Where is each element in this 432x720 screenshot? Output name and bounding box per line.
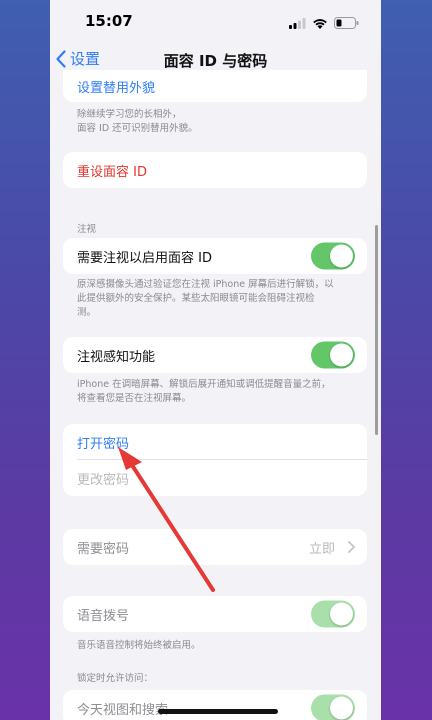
today-view-label: 今天视图和搜索 — [77, 702, 169, 718]
alt-appearance-footnote-line2: 面容 ID 还可识别替用外貌。 — [77, 123, 198, 134]
toggle-knob — [330, 343, 353, 367]
cellular-signal-icon — [289, 14, 306, 33]
voice-dial-footnote: 音乐语音控制将始终被启用。 — [77, 640, 201, 651]
require-attention-label: 需要注视以启用面容 ID — [77, 250, 212, 266]
reset-face-id-label: 重设面容 ID — [77, 164, 147, 180]
wifi-icon — [312, 14, 328, 33]
locked-access-section-label: 锁定时允许访问： — [77, 673, 154, 684]
attention-aware-footnote-line1: iPhone 在调暗屏幕、解锁后展开通知或调低提醒音量之前， — [77, 379, 331, 390]
attention-aware-row: 注视感知功能 — [63, 337, 367, 373]
require-attention-toggle[interactable] — [311, 242, 355, 270]
today-view-toggle[interactable] — [311, 694, 355, 720]
toggle-knob — [330, 602, 353, 626]
page-title: 面容 ID 与密码 — [163, 52, 268, 70]
require-attention-footnote: 原深感摄像头通过验证您在注视 iPhone 屏幕后进行解锁，以 此提供额外的安全… — [77, 278, 367, 320]
attention-aware-footnote: iPhone 在调暗屏幕、解锁后展开通知或调低提醒音量之前， 将查看您是否在注视… — [77, 378, 367, 406]
require-attention-row: 需要注视以启用面容 ID — [63, 238, 367, 274]
attention-aware-card: 注视感知功能 — [63, 337, 367, 373]
change-passcode-label: 更改密码 — [77, 472, 130, 488]
voice-dial-label: 语音拨号 — [77, 608, 130, 624]
alt-appearance-label: 设置替用外貌 — [77, 80, 156, 96]
voice-dial-toggle[interactable] — [311, 600, 355, 628]
require-passcode-row[interactable]: 需要密码 立即 — [63, 529, 367, 565]
alt-appearance-row[interactable]: 设置替用外貌 — [63, 70, 367, 102]
attention-section-label: 注视 — [77, 224, 97, 235]
attention-aware-label: 注视感知功能 — [77, 349, 156, 365]
reset-card: 重设面容 ID — [63, 152, 367, 188]
alt-appearance-footnote-line1: 除继续学习您的长相外， — [77, 109, 182, 120]
require-attention-footnote-line1: 原深感摄像头通过验证您在注视 iPhone 屏幕后进行解锁，以 — [77, 279, 334, 290]
turn-passcode-on-button[interactable]: 打开密码 — [63, 424, 367, 460]
phone-screen: 15:07 设置 面容 ID 与密码 设置替用外貌 除继续学习您的长相外， 面容… — [50, 0, 381, 720]
require-attention-footnote-line3: 测。 — [77, 307, 97, 318]
toggle-knob — [330, 244, 353, 268]
voice-dial-row: 语音拨号 — [63, 596, 367, 632]
require-passcode-label: 需要密码 — [77, 541, 130, 557]
status-bar: 15:07 — [50, 0, 381, 40]
require-attention-footnote-line2: 此提供额外的安全保护。某些太阳眼镜可能会阻碍注视检 — [77, 293, 315, 304]
reset-face-id-button[interactable]: 重设面容 ID — [63, 152, 367, 188]
battery-icon — [334, 14, 359, 33]
change-passcode-button[interactable]: 更改密码 — [63, 460, 367, 496]
turn-passcode-on-label: 打开密码 — [77, 436, 130, 452]
locked-access-card: 今天视图和搜索 — [63, 690, 367, 720]
alt-appearance-card: 设置替用外貌 — [63, 70, 367, 102]
home-indicator[interactable] — [158, 709, 278, 714]
require-passcode-card: 需要密码 立即 — [63, 529, 367, 565]
voice-dial-card: 语音拨号 — [63, 596, 367, 632]
passcode-card: 打开密码 更改密码 — [63, 424, 367, 496]
attention-aware-toggle[interactable] — [311, 341, 355, 369]
status-time: 15:07 — [85, 12, 133, 30]
attention-aware-footnote-line2: 将查看您是否在注视屏幕。 — [77, 393, 192, 404]
chevron-right-icon — [348, 541, 355, 553]
require-passcode-value: 立即 — [308, 541, 335, 557]
require-attention-card: 需要注视以启用面容 ID — [63, 238, 367, 274]
alt-appearance-footnote: 除继续学习您的长相外， 面容 ID 还可识别替用外貌。 — [77, 108, 367, 136]
toggle-knob — [330, 696, 353, 720]
status-icons — [289, 14, 359, 33]
today-view-row: 今天视图和搜索 — [63, 690, 367, 720]
scrollbar[interactable] — [375, 225, 378, 435]
